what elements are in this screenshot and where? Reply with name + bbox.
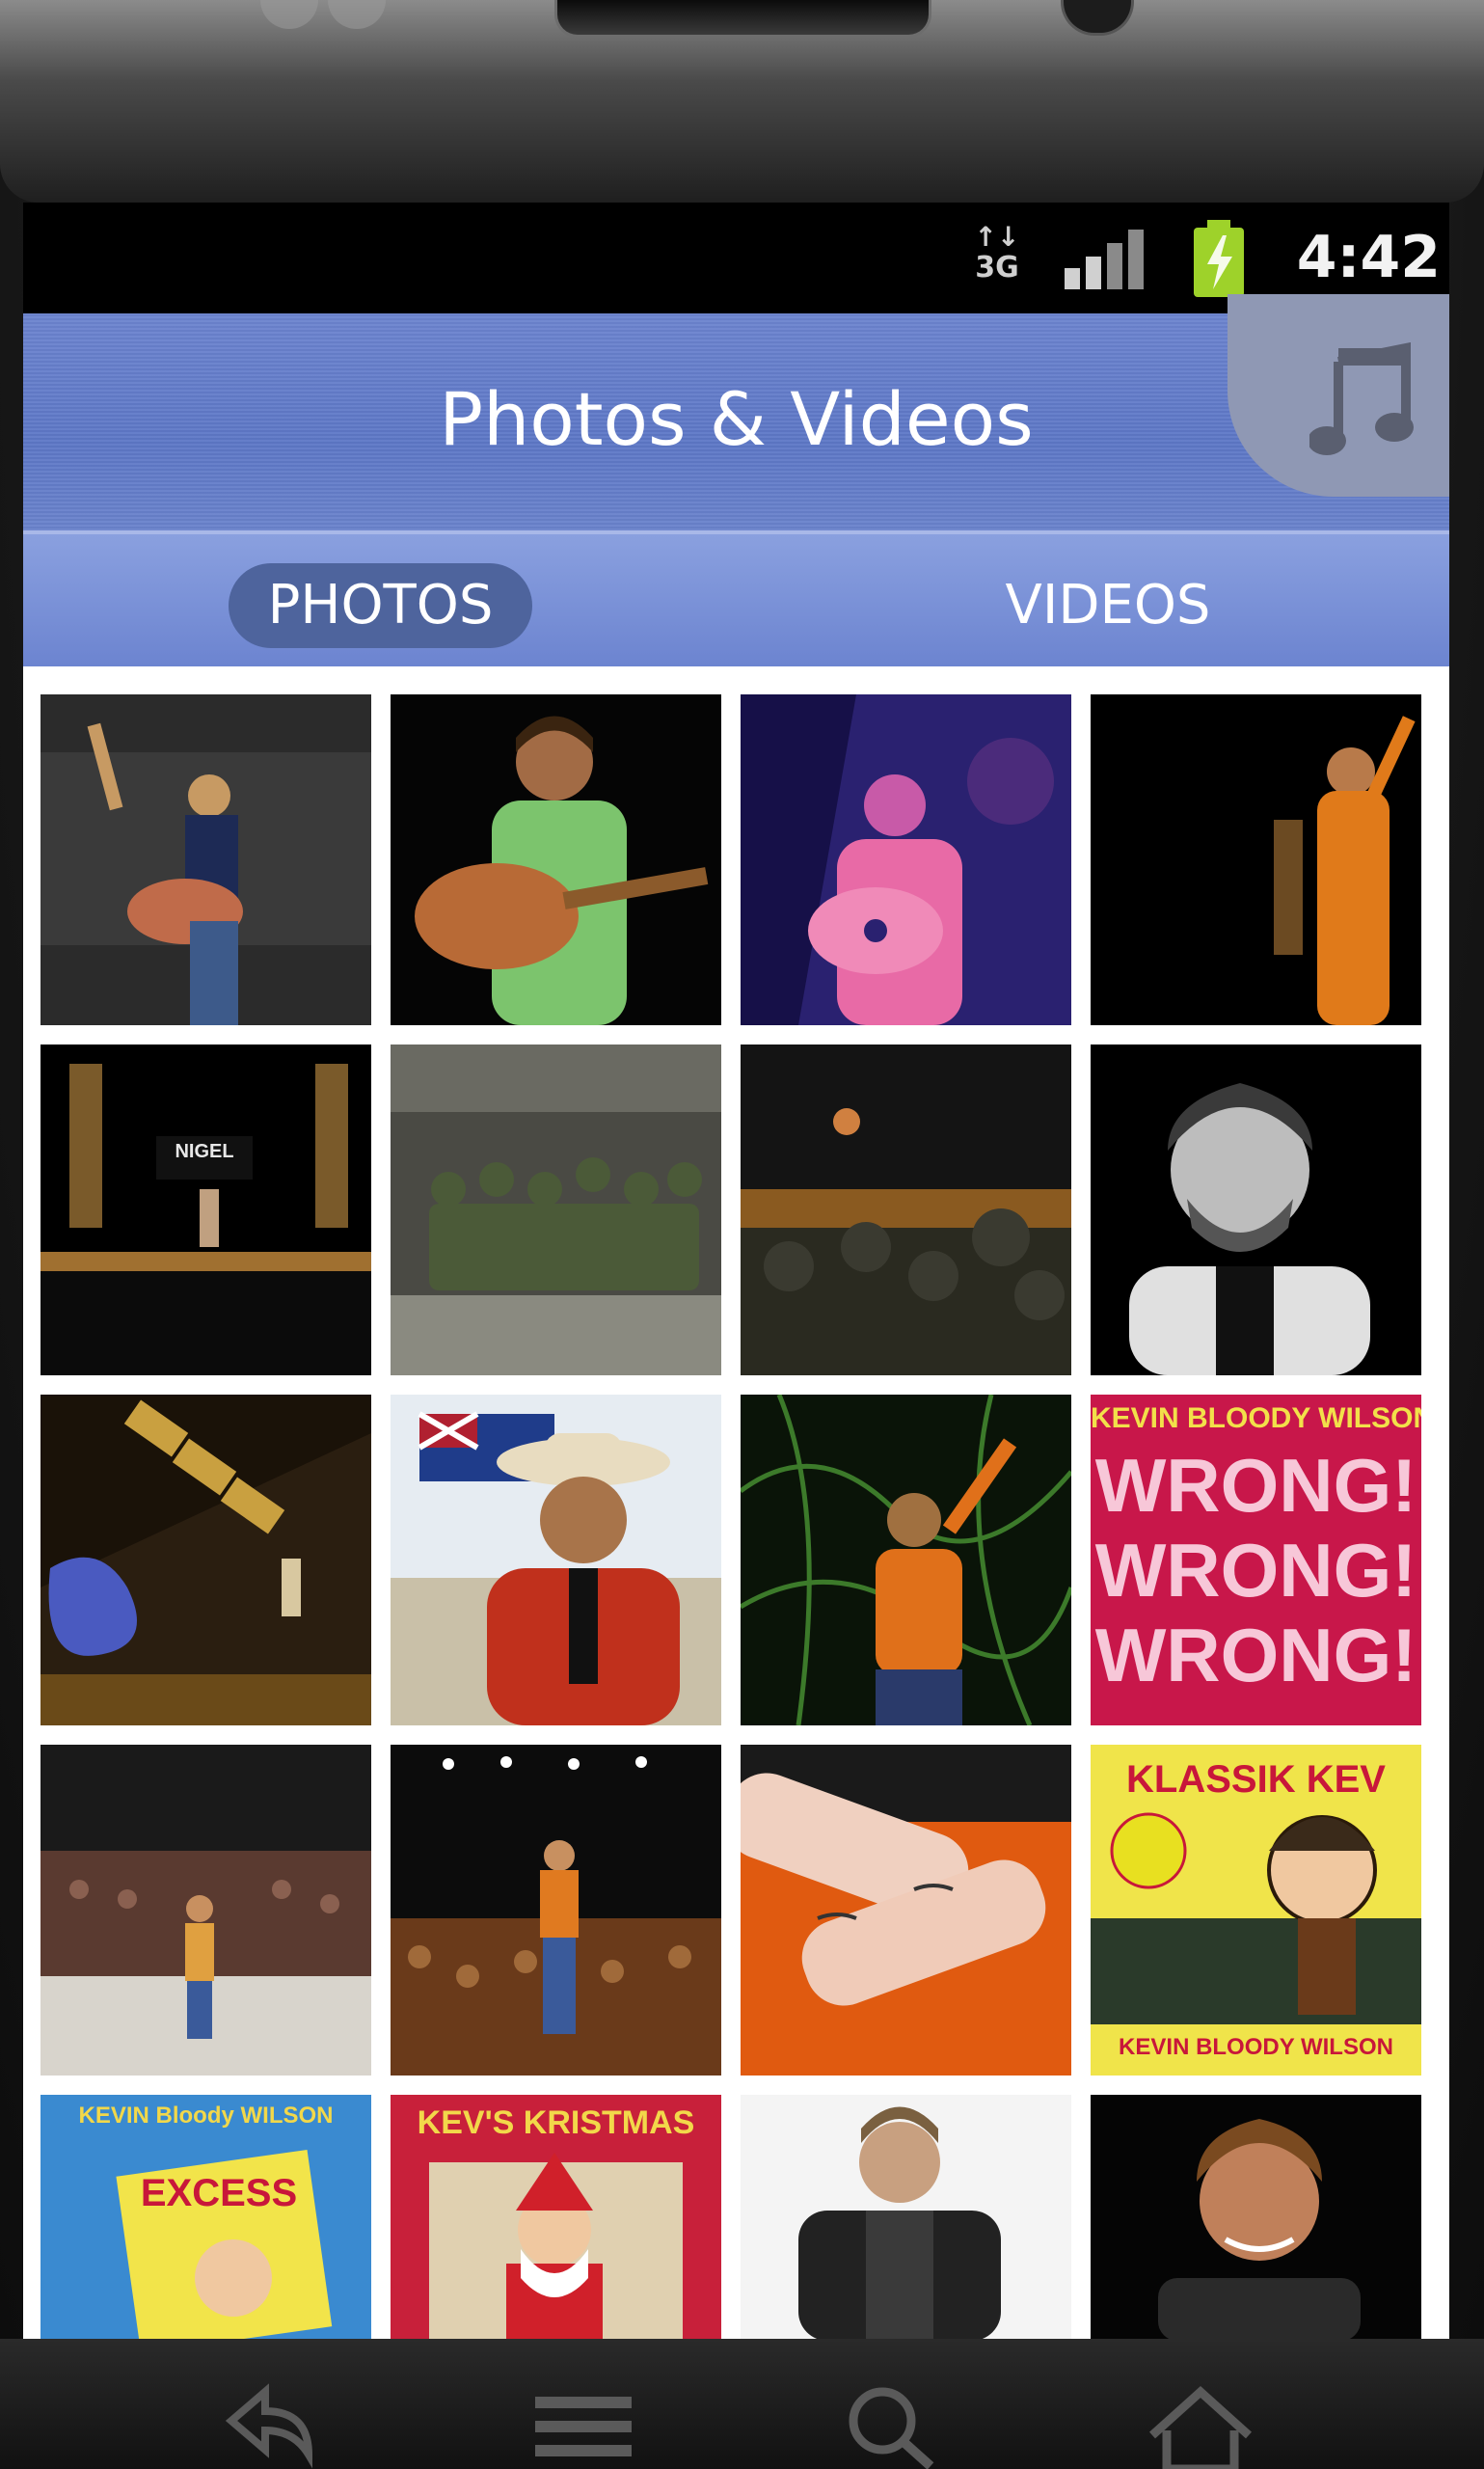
photo-thumbnail[interactable] [741, 1745, 1071, 2076]
cover-title-line: WRONG! [1094, 1528, 1417, 1613]
album-cover-excess[interactable]: KEVIN Bloody WILSON EXCESS [40, 2095, 371, 2339]
status-clock: 4:42 [1296, 224, 1441, 291]
cover-title-line: WRONG! [1094, 1443, 1417, 1528]
photo-thumbnail[interactable] [741, 1045, 1071, 1375]
photo-thumbnail[interactable] [741, 694, 1071, 1025]
photo-thumbnail[interactable] [741, 1395, 1071, 1725]
photo-thumbnail[interactable] [391, 1745, 721, 2076]
signal-strength-icon [1065, 230, 1144, 289]
photo-thumbnail[interactable] [741, 2095, 1071, 2339]
cover-artist-text: KEVIN BLOODY WILSON [1119, 2034, 1393, 2060]
cover-title-text: KLASSIK KEV [1126, 1758, 1386, 1801]
photo-thumbnail[interactable] [1091, 2095, 1421, 2339]
photo-thumbnail[interactable] [40, 694, 371, 1025]
earpiece-speaker [554, 0, 931, 38]
title-bar: Photos & Videos [23, 294, 1449, 530]
tab-videos[interactable]: VIDEOS [920, 563, 1296, 648]
cover-title-line: WRONG! [1094, 1613, 1417, 1697]
album-cover-klassik-kev[interactable]: KLASSIK KEV KEVIN BLOODY WILSON [1091, 1745, 1421, 2076]
data-arrows-icon: ↑↓ [974, 221, 1020, 253]
cover-title-text: KEV'S KRISTMAS [417, 2104, 695, 2141]
hardware-nav-bar [0, 2339, 1484, 2469]
battery-charging-icon [1194, 220, 1244, 297]
photo-thumbnail[interactable] [391, 1395, 721, 1725]
photo-thumbnail[interactable]: NIGEL [40, 1045, 371, 1375]
network-type-label: 3G [975, 251, 1019, 285]
tab-strip: PHOTOS VIDEOS [23, 530, 1449, 666]
photo-thumbnail[interactable] [1091, 1045, 1421, 1375]
cover-artist-text: KEVIN Bloody WILSON [78, 2103, 334, 2129]
cover-title-text: EXCESS [140, 2172, 298, 2214]
photo-thumbnail[interactable] [391, 694, 721, 1025]
photo-thumbnail[interactable] [1091, 694, 1421, 1025]
network-3g-indicator: ↑↓ 3G [968, 222, 1026, 297]
cover-artist-text: KEVIN BLOODY WILSON [1091, 1402, 1421, 1434]
music-button[interactable] [1228, 294, 1449, 497]
app-header: Photos & Videos [23, 294, 1449, 537]
menu-icon[interactable] [526, 2377, 641, 2469]
album-cover-kevs-kristmas[interactable]: KEV'S KRISTMAS [391, 2095, 721, 2339]
photo-thumbnail[interactable] [391, 1045, 721, 1375]
photo-thumbnail[interactable] [40, 1745, 371, 2076]
search-icon[interactable] [839, 2377, 945, 2469]
tab-photos[interactable]: PHOTOS [229, 563, 532, 648]
music-note-icon [1309, 342, 1414, 455]
photo-grid: NIGEL KEVIN BLOODY WILSON WRONG! WRONG! … [23, 682, 1449, 2339]
photo-thumbnail[interactable] [40, 1395, 371, 1725]
stage-sign-text: NIGEL [175, 1141, 234, 1162]
album-cover-wrong[interactable]: KEVIN BLOODY WILSON WRONG! WRONG! WRONG! [1091, 1395, 1421, 1725]
back-icon[interactable] [212, 2377, 318, 2469]
phone-screen: ↑↓ 3G 4:42 Photos & Videos PHOTOS VIDEOS… [23, 203, 1449, 2339]
home-icon[interactable] [1138, 2377, 1263, 2469]
